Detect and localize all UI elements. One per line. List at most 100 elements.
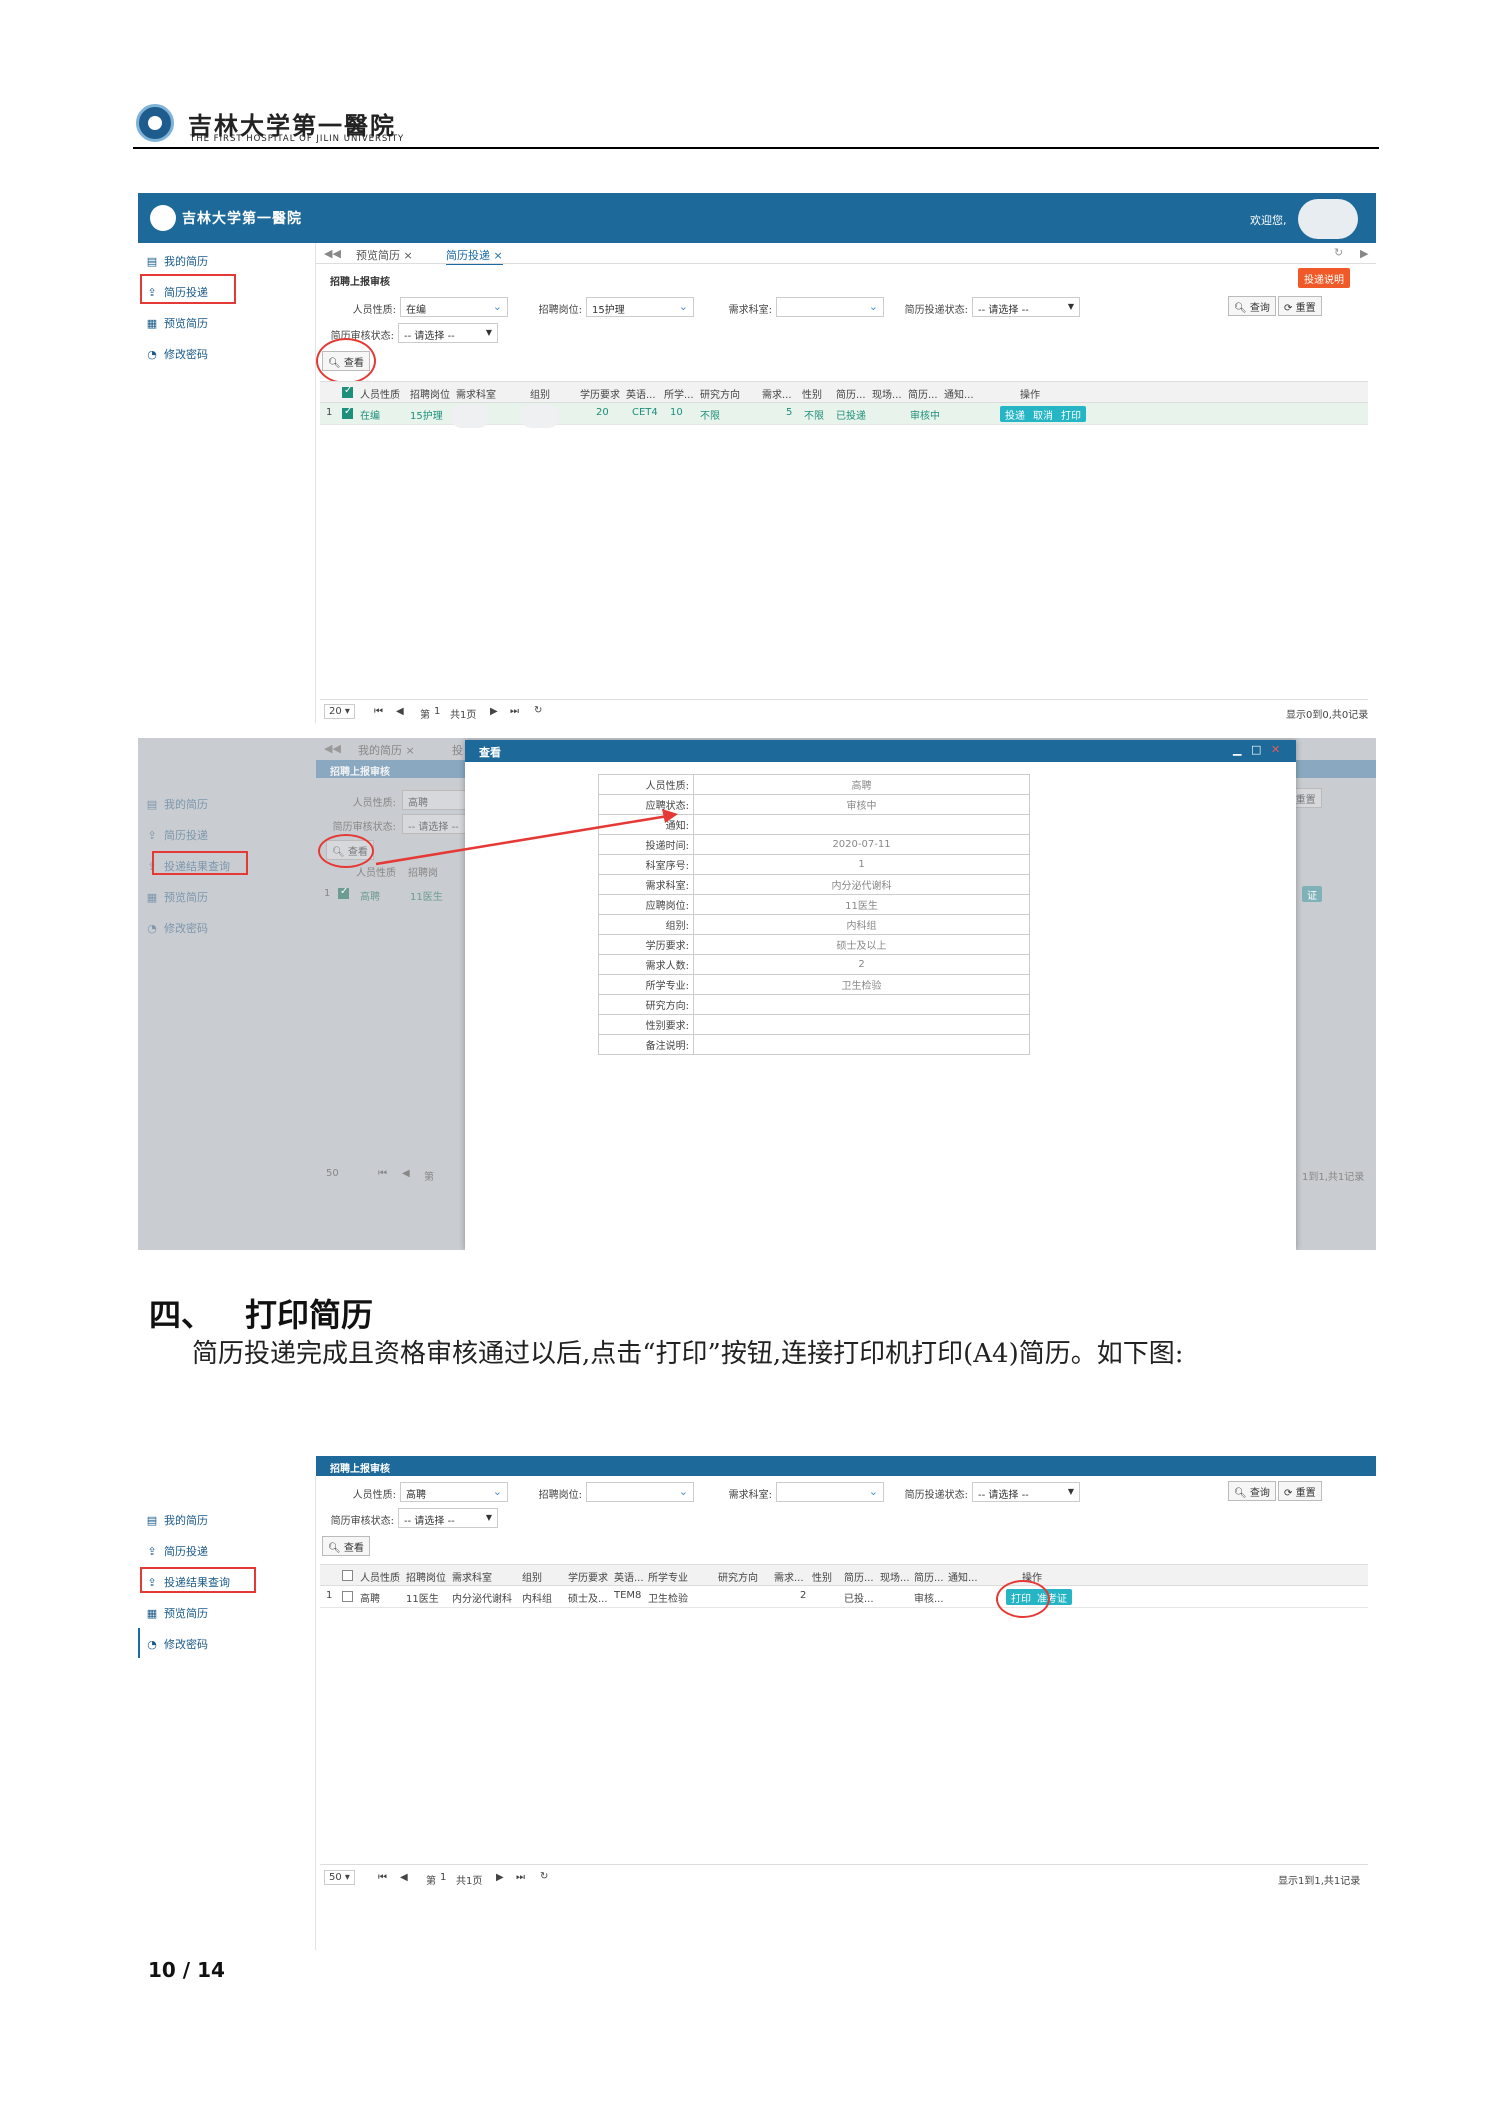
highlight-box-result-query bbox=[140, 1567, 256, 1593]
last-page-icon[interactable]: ⏭ bbox=[510, 706, 519, 717]
page-size-select[interactable]: 20 ▾ bbox=[324, 704, 355, 719]
caret-down-icon: ▼ bbox=[1067, 302, 1074, 311]
sidebar-divider bbox=[315, 243, 316, 723]
table-row[interactable]: 1 在编 15护理 20 CET4 10 不限 5 不限 已投递 审核中 投递 … bbox=[320, 403, 1368, 428]
sidebar-item-change-password[interactable]: ◔ 修改密码 bbox=[146, 1636, 208, 1652]
col-education: 学历要求 bbox=[568, 1573, 608, 1584]
prev-page-icon[interactable]: ◀ bbox=[396, 706, 404, 717]
sidebar-item-preview-resume[interactable]: ▦ 预览简历 bbox=[146, 315, 208, 331]
chevron-down-icon: ⌄ bbox=[678, 1485, 688, 1498]
tab-underline bbox=[316, 263, 1376, 264]
cell-education: 20 bbox=[596, 407, 609, 418]
cell-person-type: 高聘 bbox=[360, 1594, 380, 1605]
post-select[interactable]: ⌄ bbox=[586, 1482, 694, 1502]
select-all-checkbox[interactable] bbox=[342, 1570, 353, 1581]
next-page-icon[interactable]: ▶ bbox=[496, 1872, 504, 1883]
highlight-box-delivery bbox=[140, 274, 236, 304]
upload-icon: ⇪ bbox=[147, 1544, 157, 1558]
col-group: 组别 bbox=[530, 390, 550, 401]
total-pages: 共1页 bbox=[450, 710, 477, 721]
cancel-button[interactable]: 取消 bbox=[1028, 406, 1058, 422]
person-type-select[interactable]: 高聘 ⌄ bbox=[400, 1482, 508, 1502]
dept-select[interactable]: ⌄ bbox=[776, 297, 884, 317]
sidebar-item-resume-delivery[interactable]: ⇪ 简历投递 bbox=[146, 1543, 208, 1559]
delivery-status-select[interactable]: -- 请选择 -- ▼ bbox=[972, 297, 1080, 317]
col-need: 需求... bbox=[774, 1573, 804, 1584]
screenshot-print-resume: 招聘上报审核 ▤ 我的简历 ⇪ 简历投递 ⇪ 投递结果查询 ▦ 预览简历 ◔ 修改密码 人… bbox=[138, 1456, 1376, 1950]
pager-bar bbox=[320, 1864, 1368, 1865]
delivery-help-button[interactable]: 投递说明 bbox=[1298, 268, 1350, 288]
col-onsite: 现场... bbox=[872, 390, 902, 401]
next-page-icon[interactable]: ▶ bbox=[490, 706, 498, 717]
hospital-logo bbox=[136, 104, 174, 142]
dept-label: 需求科室: bbox=[728, 305, 772, 316]
post-label: 招聘岗位: bbox=[538, 305, 582, 316]
screenshot-result-query: ◀◀ 我的简历 × 投 招聘上报审核 ▤ 我的简历 ⇪ 简历投递 ⇪ 投递结果查询 ▦… bbox=[138, 738, 1376, 1250]
reset-button[interactable]: ⟳ 重置 bbox=[1278, 296, 1322, 316]
col-dept: 需求科室 bbox=[452, 1573, 492, 1584]
col-group: 组别 bbox=[522, 1573, 542, 1584]
grid-header: 人员性质 招聘岗位 需求科室 组别 学历要求 英语... 所学专业 研究方向 需… bbox=[320, 1564, 1368, 1586]
refresh-icon[interactable]: ↻ bbox=[540, 1871, 548, 1882]
cell-education: 硕士及... bbox=[568, 1594, 608, 1605]
col-resume-status: 简历... bbox=[908, 390, 938, 401]
view-button[interactable]: 🔍︎ 查看 bbox=[322, 1536, 370, 1556]
row-checkbox[interactable] bbox=[342, 406, 353, 419]
deliver-button[interactable]: 投递 bbox=[1000, 406, 1030, 422]
chevron-down-icon: ⌄ bbox=[492, 1485, 502, 1498]
table-row[interactable]: 1 高聘 11医生 内分泌代谢科 内科组 硕士及... TEM8 卫生检验 2 … bbox=[320, 1586, 1368, 1608]
tab-nav-forward[interactable]: ▶ bbox=[1360, 247, 1368, 260]
lock-icon: ◔ bbox=[147, 347, 157, 361]
person-type-select[interactable]: 在编 ⌄ bbox=[400, 297, 508, 317]
reset-button[interactable]: ⟳ 重置 bbox=[1278, 1481, 1322, 1501]
screenshot-resume-delivery: 吉林大学第一醫院 欢迎您, ▤ 我的简历 ⇪ 简历投递 ▦ 预览简历 ◔ 修改密码 ◀◀… bbox=[138, 193, 1376, 723]
refresh-icon: ⟳ bbox=[1284, 303, 1293, 314]
cell-need: 5 bbox=[786, 407, 793, 418]
tab-nav-back[interactable]: ◀◀ bbox=[324, 247, 341, 260]
col-gender: 性别 bbox=[802, 390, 822, 401]
cell-group: 内科组 bbox=[522, 1594, 552, 1605]
col-post: 招聘岗位 bbox=[406, 1573, 446, 1584]
print-button[interactable]: 打印 bbox=[1056, 406, 1086, 422]
search-button[interactable]: 🔍︎ 查询 bbox=[1228, 296, 1276, 316]
post-select[interactable]: 15护理 ⌄ bbox=[586, 297, 694, 317]
review-status-select[interactable]: -- 请选择 -- ▼ bbox=[398, 323, 498, 343]
refresh-icon: ⟳ bbox=[1284, 1488, 1293, 1499]
sidebar-item-change-password[interactable]: ◔ 修改密码 bbox=[146, 346, 208, 362]
refresh-icon[interactable]: ↻ bbox=[1334, 246, 1343, 259]
tab-preview-resume[interactable]: 预览简历 × bbox=[356, 247, 413, 263]
sidebar-item-preview-resume[interactable]: ▦ 预览简历 bbox=[146, 1605, 208, 1621]
records-info: 显示0到0,共0记录 bbox=[1286, 710, 1369, 721]
sidebar-item-my-resume[interactable]: ▤ 我的简历 bbox=[146, 1512, 208, 1528]
person-type-label: 人员性质: bbox=[352, 1490, 396, 1501]
cell-need: 2 bbox=[800, 1590, 807, 1601]
col-notice: 通知... bbox=[948, 1573, 978, 1584]
sidebar-item-my-resume[interactable]: ▤ 我的简历 bbox=[146, 253, 208, 269]
dept-label: 需求科室: bbox=[728, 1490, 772, 1501]
prev-page-icon[interactable]: ◀ bbox=[400, 1872, 408, 1883]
row-number: 1 bbox=[326, 1590, 333, 1601]
col-major: 所学... bbox=[664, 390, 694, 401]
col-english: 英语... bbox=[614, 1573, 644, 1584]
dept-select[interactable]: ⌄ bbox=[776, 1482, 884, 1502]
page-label: 第 bbox=[420, 710, 430, 721]
search-button[interactable]: 🔍︎ 查询 bbox=[1228, 1481, 1276, 1501]
last-page-icon[interactable]: ⏭ bbox=[516, 1872, 525, 1883]
arrow-line bbox=[375, 814, 669, 866]
page-input[interactable]: 1 bbox=[440, 1872, 446, 1883]
page-input[interactable]: 1 bbox=[434, 706, 440, 717]
review-status-select[interactable]: -- 请选择 -- ▼ bbox=[398, 1508, 498, 1528]
user-avatar-blurred[interactable] bbox=[1298, 199, 1358, 239]
cell-research: 不限 bbox=[700, 411, 720, 422]
person-type-label: 人员性质: bbox=[352, 305, 396, 316]
delivery-status-select[interactable]: -- 请选择 -- ▼ bbox=[972, 1482, 1080, 1502]
row-checkbox[interactable] bbox=[342, 1591, 353, 1602]
search-icon: 🔍︎ bbox=[1234, 1488, 1247, 1499]
select-all-checkbox[interactable] bbox=[342, 385, 353, 398]
first-page-icon[interactable]: ⏮ bbox=[374, 706, 383, 717]
col-education: 学历要求 bbox=[580, 390, 620, 401]
col-research: 研究方向 bbox=[718, 1573, 758, 1584]
first-page-icon[interactable]: ⏮ bbox=[378, 1872, 387, 1883]
page-size-select[interactable]: 50 ▾ bbox=[324, 1870, 355, 1885]
refresh-icon[interactable]: ↻ bbox=[534, 705, 542, 716]
